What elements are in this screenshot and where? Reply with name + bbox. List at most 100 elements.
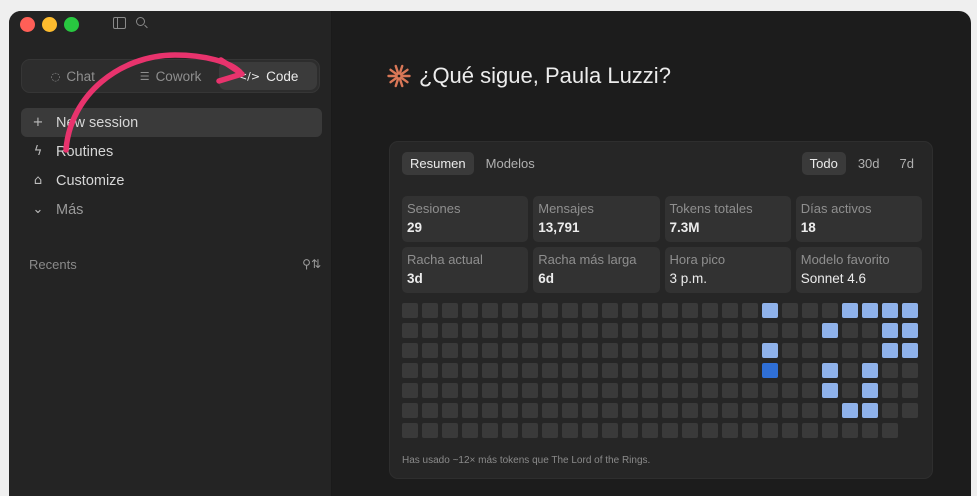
heatmap-cell bbox=[582, 423, 598, 438]
heatmap-cell bbox=[482, 383, 498, 398]
heatmap-cell bbox=[602, 343, 618, 358]
stat-total-tokens: Tokens totales 7.3M bbox=[664, 196, 791, 242]
heatmap-cell bbox=[402, 343, 418, 358]
heatmap-cell bbox=[562, 343, 578, 358]
heatmap-cell bbox=[782, 363, 798, 378]
plus-icon: + bbox=[32, 115, 44, 130]
heatmap-cell bbox=[482, 403, 498, 418]
heatmap-cell bbox=[542, 403, 558, 418]
tab-todo[interactable]: Todo bbox=[801, 152, 846, 175]
heatmap-cell bbox=[822, 363, 838, 378]
heatmap-cell bbox=[562, 363, 578, 378]
tab-modelos[interactable]: Modelos bbox=[478, 152, 543, 175]
heatmap-cell bbox=[602, 403, 618, 418]
heatmap-cell bbox=[622, 303, 638, 318]
heatmap-cell bbox=[902, 403, 918, 418]
heatmap-cell bbox=[602, 323, 618, 338]
heatmap-cell bbox=[462, 303, 478, 318]
heatmap-cell bbox=[422, 403, 438, 418]
heatmap-cell bbox=[742, 403, 758, 418]
heatmap-cell bbox=[842, 363, 858, 378]
bolt-icon: ϟ bbox=[33, 144, 43, 159]
heatmap-cell bbox=[562, 323, 578, 338]
heatmap-cell bbox=[682, 423, 698, 438]
heatmap-cell bbox=[842, 303, 858, 318]
heatmap-cell bbox=[542, 363, 558, 378]
usage-stats-card: Resumen Modelos Todo 30d 7d Sesiones 29 M… bbox=[389, 141, 933, 479]
heatmap-cell bbox=[702, 403, 718, 418]
heatmap-cell bbox=[722, 303, 738, 318]
sidebar-item-more[interactable]: ⌄ Más bbox=[21, 195, 322, 224]
heatmap-cell bbox=[742, 343, 758, 358]
maximize-window-button[interactable] bbox=[64, 17, 79, 32]
heatmap-cell bbox=[422, 423, 438, 438]
heatmap-cell bbox=[542, 383, 558, 398]
heatmap-cell bbox=[582, 383, 598, 398]
heatmap-cell bbox=[502, 343, 518, 358]
stat-messages: Mensajes 13,791 bbox=[533, 196, 660, 242]
heatmap-cell bbox=[662, 403, 678, 418]
heatmap-cell bbox=[622, 323, 638, 338]
heatmap-cell bbox=[822, 403, 838, 418]
stat-value: 7.3M bbox=[669, 220, 700, 235]
heatmap-cell bbox=[862, 383, 878, 398]
tab-resumen[interactable]: Resumen bbox=[402, 152, 474, 175]
heatmap-cell bbox=[662, 303, 678, 318]
heatmap-cell bbox=[602, 303, 618, 318]
heatmap-cell bbox=[762, 423, 778, 438]
usage-footnote: Has usado ~12× más tokens que The Lord o… bbox=[402, 455, 651, 466]
heatmap-cell bbox=[822, 423, 838, 438]
heatmap-cell bbox=[822, 343, 838, 358]
heatmap-cell bbox=[562, 403, 578, 418]
heatmap-cell bbox=[662, 363, 678, 378]
heatmap-cell bbox=[822, 303, 838, 318]
stat-value: 18 bbox=[800, 220, 816, 235]
mode-cowork-button[interactable]: ☰ Cowork bbox=[122, 62, 220, 90]
heatmap-cell bbox=[882, 403, 898, 418]
filter-icon[interactable]: ⚲⇅ bbox=[302, 257, 321, 272]
title-bar-icons bbox=[113, 17, 148, 29]
heatmap-cell bbox=[422, 323, 438, 338]
tab-7d[interactable]: 7d bbox=[892, 152, 922, 175]
heatmap-cell bbox=[602, 363, 618, 378]
heatmap-cell bbox=[442, 323, 458, 338]
sidebar-toggle-icon[interactable] bbox=[113, 17, 126, 29]
heatmap-cell bbox=[702, 423, 718, 438]
recents-label: Recents bbox=[29, 257, 77, 272]
sidebar: ◌ Chat ☰ Cowork </> Code + New session ϟ… bbox=[9, 11, 332, 496]
heatmap-cell bbox=[882, 423, 898, 438]
search-icon[interactable] bbox=[136, 17, 148, 29]
mode-chat-button[interactable]: ◌ Chat bbox=[24, 62, 122, 90]
minimize-window-button[interactable] bbox=[42, 17, 57, 32]
mode-switcher: ◌ Chat ☰ Cowork </> Code bbox=[21, 59, 320, 93]
heatmap-cell bbox=[422, 303, 438, 318]
heatmap-cell bbox=[862, 403, 878, 418]
new-session-button[interactable]: + New session bbox=[21, 108, 322, 137]
sidebar-nav: + New session ϟ Routines ⌂ Customize ⌄ M… bbox=[21, 108, 322, 224]
heatmap-cell bbox=[882, 323, 898, 338]
heatmap-cell bbox=[782, 403, 798, 418]
heatmap-cell bbox=[422, 363, 438, 378]
mode-code-button[interactable]: </> Code bbox=[219, 62, 318, 90]
heatmap-cell bbox=[902, 383, 918, 398]
heatmap-cell bbox=[502, 303, 518, 318]
heatmap-cell bbox=[522, 383, 538, 398]
heatmap-cell bbox=[902, 363, 918, 378]
heatmap-cell bbox=[602, 423, 618, 438]
heatmap-cell bbox=[802, 383, 818, 398]
sidebar-item-routines[interactable]: ϟ Routines bbox=[21, 137, 322, 166]
tab-30d[interactable]: 30d bbox=[850, 152, 888, 175]
heatmap-cell bbox=[582, 303, 598, 318]
stat-label: Sesiones bbox=[407, 201, 461, 216]
heatmap-cell bbox=[862, 363, 878, 378]
heatmap-cell bbox=[762, 323, 778, 338]
heatmap-cell bbox=[742, 303, 758, 318]
heatmap-cell bbox=[502, 363, 518, 378]
heatmap-cell bbox=[722, 363, 738, 378]
time-range-tabs: Todo 30d 7d bbox=[801, 152, 922, 175]
heatmap-cell bbox=[842, 383, 858, 398]
close-window-button[interactable] bbox=[20, 17, 35, 32]
chevron-down-icon: ⌄ bbox=[32, 202, 44, 217]
stat-favorite-model: Modelo favorito Sonnet 4.6 bbox=[795, 247, 922, 293]
sidebar-item-customize[interactable]: ⌂ Customize bbox=[21, 166, 322, 195]
